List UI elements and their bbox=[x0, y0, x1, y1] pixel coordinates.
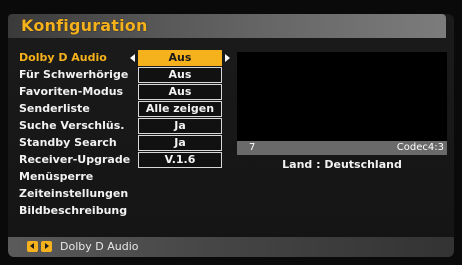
footer-bar: Dolby D Audio bbox=[8, 237, 454, 257]
menu-item-suche-verschlus[interactable]: Suche Verschlüs. bbox=[19, 118, 124, 134]
nav-left-key-icon bbox=[27, 241, 38, 252]
menu-item-menusperre[interactable]: Menüsperre bbox=[19, 169, 93, 185]
menu-item-dolby-d-audio[interactable]: Dolby D Audio bbox=[19, 50, 107, 66]
page-title: Konfiguration bbox=[21, 16, 148, 35]
arrow-right-icon[interactable] bbox=[225, 54, 230, 62]
title-bar: Konfiguration bbox=[8, 14, 446, 38]
favoriten-modus-value[interactable]: Aus bbox=[138, 84, 222, 100]
menu-item-senderliste[interactable]: Senderliste bbox=[19, 101, 90, 117]
menu-item-standby-search[interactable]: Standby Search bbox=[19, 135, 117, 151]
nav-right-key-icon bbox=[41, 241, 52, 252]
menu-item-receiver-upgrade[interactable]: Receiver-Upgrade bbox=[19, 152, 130, 168]
senderliste-value[interactable]: Alle zeigen bbox=[138, 101, 222, 117]
standby-search-value[interactable]: Ja bbox=[138, 135, 222, 151]
channel-info-bar: 7 Codec4:3 bbox=[237, 141, 447, 155]
menu-item-bildbeschreibung[interactable]: Bildbeschreibung bbox=[19, 203, 127, 219]
fur-schwerhorige-value[interactable]: Aus bbox=[138, 67, 222, 83]
menu-item-fur-schwerhorige[interactable]: Für Schwerhörige bbox=[19, 67, 128, 83]
country-label: Land : Deutschland bbox=[282, 158, 402, 171]
arrow-left-icon[interactable] bbox=[130, 54, 135, 62]
footer-hint: Dolby D Audio bbox=[60, 240, 139, 253]
suche-verschlus-value[interactable]: Ja bbox=[138, 118, 222, 134]
dolby-d-audio-value[interactable]: Aus bbox=[138, 50, 222, 66]
menu-item-zeiteinstellungen[interactable]: Zeiteinstellungen bbox=[19, 186, 128, 202]
channel-preview bbox=[237, 52, 447, 141]
codec-label: Codec4:3 bbox=[396, 142, 444, 153]
menu-item-favoriten-modus[interactable]: Favoriten-Modus bbox=[19, 84, 123, 100]
receiver-upgrade-value[interactable]: V.1.6 bbox=[138, 152, 222, 168]
channel-number: 7 bbox=[249, 142, 256, 153]
